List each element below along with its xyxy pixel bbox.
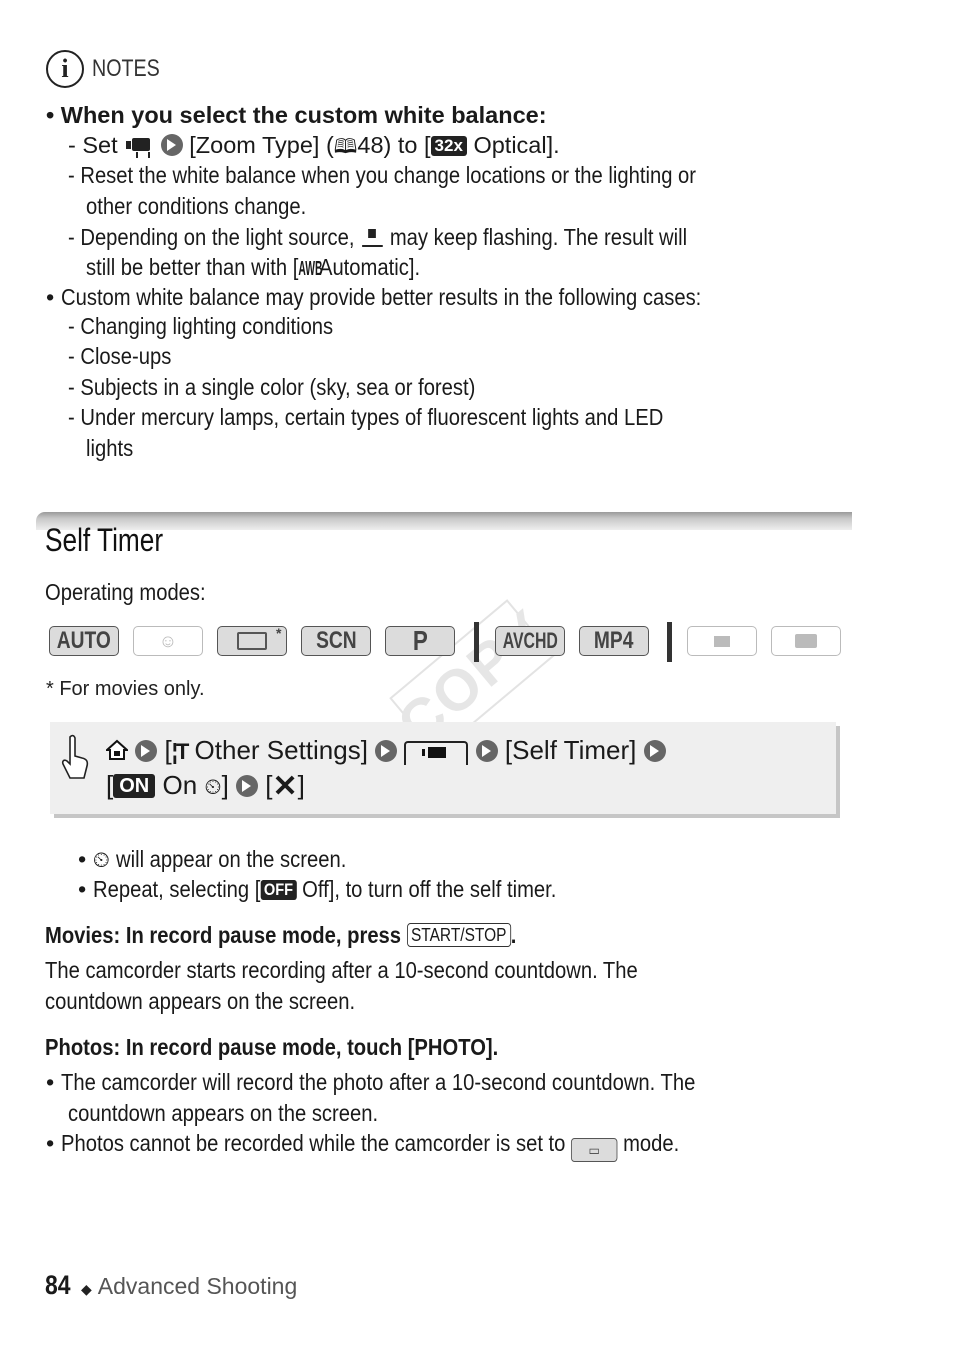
note-subitem-depending: - Depending on the light source, may kee… xyxy=(68,224,688,250)
notes-header: i NOTES xyxy=(46,50,175,88)
operating-modes-label: Operating modes: xyxy=(45,579,206,605)
case-item: - Subjects in a single color (sky, sea o… xyxy=(68,374,476,400)
baby-face-icon: ☺ xyxy=(158,630,178,651)
notes-label: NOTES xyxy=(92,55,160,82)
zoom-32x-badge: 32x xyxy=(430,136,467,156)
camera-settings-icon xyxy=(124,135,154,158)
mode-separator xyxy=(474,622,479,662)
info-bullet: • ⏲ will appear on the screen. xyxy=(78,844,384,875)
on-badge[interactable]: ON xyxy=(113,774,156,798)
on-option-label[interactable]: On xyxy=(162,770,197,800)
mode-cinema: * xyxy=(217,625,287,656)
home-icon[interactable] xyxy=(106,739,128,761)
arrow-right-icon xyxy=(475,740,498,762)
case-item: - Close-ups xyxy=(68,343,172,369)
mode-mp4: MP4 xyxy=(579,626,649,656)
start-stop-button: START/STOP xyxy=(406,923,511,947)
arrow-right-icon xyxy=(135,740,158,762)
note-bullet-2: • Custom white balance may provide bette… xyxy=(46,284,702,310)
note-heading-2: Custom white balance may provide better … xyxy=(60,284,702,310)
photos-bullet-cont: countdown appears on the screen. xyxy=(68,1100,379,1126)
arrow-right-icon xyxy=(375,740,398,762)
photos-bullet: • Photos cannot be recorded while the ca… xyxy=(46,1128,780,1162)
footer-section-label: Advanced Shooting xyxy=(97,1273,298,1299)
mode-scn: SCN xyxy=(301,626,371,656)
movies-body: The camcorder starts recording after a 1… xyxy=(45,957,638,983)
self-timer-icon: ⏲ xyxy=(92,847,110,872)
note-subitem-reset-cont: other conditions change. xyxy=(86,193,307,219)
mode-separator xyxy=(667,622,672,662)
touch-hand-icon xyxy=(61,734,89,779)
photo-playback-icon xyxy=(795,634,817,648)
note-subitem-zoom: - Set [Zoom Type] (🕮48) to [32x Optical]… xyxy=(68,130,560,162)
movies-heading: Movies: In record pause mode, press STAR… xyxy=(45,922,517,948)
footnote: * For movies only. xyxy=(46,678,205,700)
off-badge: OFF xyxy=(260,880,297,900)
diamond-icon: ◆ xyxy=(81,1281,92,1297)
section-title: Self Timer xyxy=(45,522,164,558)
custom-wb-icon xyxy=(360,229,384,247)
case-item: - Under mercury lamps, certain types of … xyxy=(68,404,664,430)
photos-bullet: • The camcorder will record the photo af… xyxy=(46,1069,696,1095)
procedure-line-2: [ON On ⏲] [✕] xyxy=(106,770,305,804)
info-bullet: • Repeat, selecting [OFF Off], to turn o… xyxy=(78,876,557,902)
mode-auto: AUTO xyxy=(49,626,119,656)
note-subitem-reset: - Reset the white balance when you chang… xyxy=(68,162,697,188)
info-icon: i xyxy=(46,50,84,88)
note-bullet-1: • When you select the custom white balan… xyxy=(46,102,547,128)
note-heading-1: When you select the custom white balance… xyxy=(60,102,547,128)
mode-movie-playback xyxy=(687,626,757,656)
photos-heading: Photos: In record pause mode, touch [PHO… xyxy=(45,1034,499,1060)
case-item-cont: lights xyxy=(86,435,134,461)
arrow-right-icon xyxy=(160,134,183,156)
page-footer: 84 ◆ Advanced Shooting xyxy=(45,1270,297,1301)
procedure-line-1: [¦T Other Settings] [Self Timer] xyxy=(106,733,666,769)
note-subitem-depending-cont: still be better than with [AWBAutomatic]… xyxy=(86,252,474,284)
tools-icon: ¦T xyxy=(171,739,190,764)
book-icon: 🕮 xyxy=(333,136,358,158)
movie-playback-icon xyxy=(714,635,730,647)
arrow-right-icon xyxy=(236,775,259,797)
cinema-mode-icon: ▭ xyxy=(570,1138,618,1162)
movie-tab-icon[interactable] xyxy=(404,741,469,765)
self-timer-icon: ⏲ xyxy=(204,774,222,799)
other-settings-label[interactable]: Other Settings] xyxy=(195,735,368,765)
close-icon[interactable]: ✕ xyxy=(273,770,298,804)
arrow-right-icon xyxy=(643,740,666,762)
cinema-mode-icon xyxy=(237,632,267,650)
mode-photo-playback xyxy=(771,626,841,656)
page-number: 84 xyxy=(45,1270,71,1300)
mode-avchd: AVCHD xyxy=(495,626,565,656)
self-timer-label[interactable]: [Self Timer] xyxy=(505,735,636,765)
movies-body-cont: countdown appears on the screen. xyxy=(45,988,356,1014)
mode-p: P xyxy=(385,625,455,656)
case-item: - Changing lighting conditions xyxy=(68,313,334,339)
awb-icon: AWB xyxy=(298,258,323,280)
mode-baby: ☺ xyxy=(133,626,203,656)
